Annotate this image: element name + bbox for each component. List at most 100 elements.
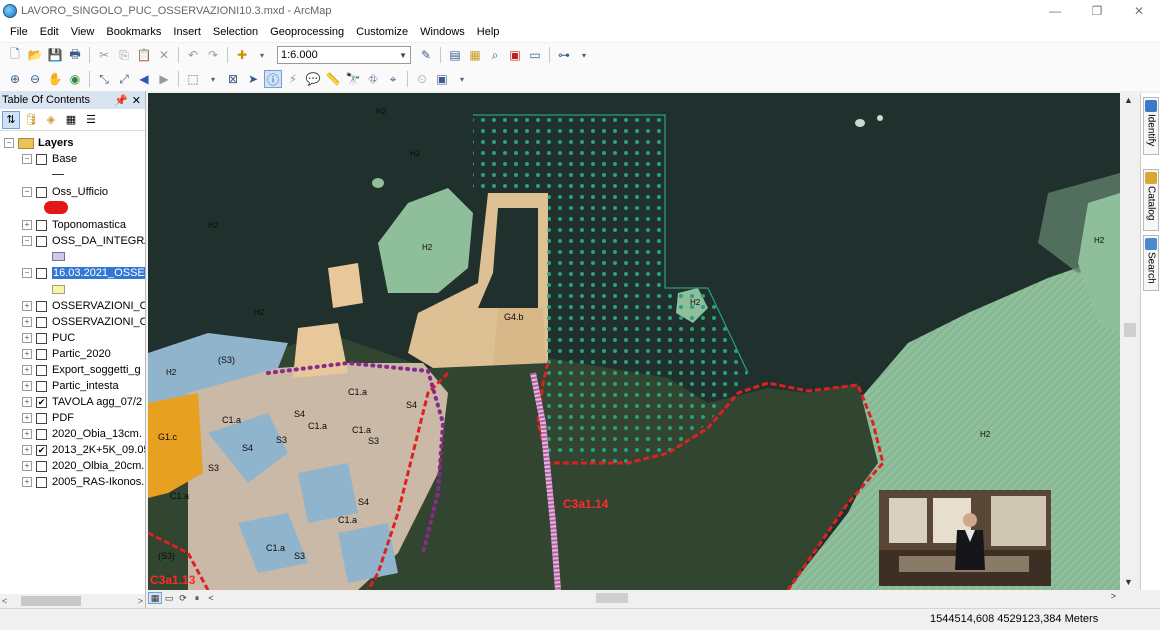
layer-item[interactable]: + Partic_2020 (22, 346, 111, 362)
editor-toolbar-icon[interactable]: ✎ (417, 46, 435, 64)
maximize-button[interactable]: ❐ (1076, 0, 1118, 22)
layer-visibility-checkbox[interactable] (36, 153, 47, 165)
layer-visibility-checkbox[interactable] (36, 316, 47, 328)
html-popup-icon[interactable]: 💬 (304, 70, 322, 88)
find-route-icon[interactable]: ⛗ (364, 70, 382, 88)
layer-visibility-checkbox-checked[interactable]: ✔ (36, 444, 47, 456)
list-by-source-icon[interactable]: 🛢 (22, 111, 40, 129)
expand-icon[interactable]: + (22, 429, 32, 439)
layer-item[interactable]: + PUC (22, 330, 75, 346)
create-viewer-window-icon[interactable]: ▣ (433, 70, 451, 88)
hyperlink-icon[interactable]: ⚡ (284, 70, 302, 88)
menu-selection[interactable]: Selection (207, 26, 264, 38)
layer-visibility-checkbox[interactable] (36, 186, 47, 198)
expand-icon[interactable]: + (22, 317, 32, 327)
select-dropdown-icon[interactable]: ▾ (204, 70, 222, 88)
menu-geoprocessing[interactable]: Geoprocessing (264, 26, 350, 38)
horizontal-scroll-thumb[interactable] (596, 593, 628, 603)
tab-identify[interactable]: Identify (1143, 97, 1159, 155)
zoom-in-icon[interactable]: ⊕ (6, 70, 24, 88)
expand-icon[interactable]: + (22, 445, 32, 455)
layer-root[interactable]: − Layers (4, 135, 73, 151)
catalog-icon[interactable]: ▦ (466, 46, 484, 64)
paste-icon[interactable]: 📋 (135, 46, 153, 64)
forward-extent-icon[interactable]: ▶ (155, 70, 173, 88)
scroll-up-icon[interactable]: ▲ (1124, 95, 1133, 105)
expand-icon[interactable]: + (22, 220, 32, 230)
redo-icon[interactable]: ↷ (204, 46, 222, 64)
menu-bookmarks[interactable]: Bookmarks (100, 26, 167, 38)
expand-icon[interactable]: + (22, 461, 32, 471)
select-elements-icon[interactable]: ➤ (244, 70, 262, 88)
expand-icon[interactable]: + (22, 397, 32, 407)
undo-icon[interactable]: ↶ (184, 46, 202, 64)
print-icon[interactable]: 🖶 (66, 46, 84, 64)
scroll-left-icon[interactable]: < (204, 592, 218, 604)
expand-icon[interactable]: + (22, 333, 32, 343)
layer-visibility-checkbox[interactable] (36, 460, 47, 472)
layer-visibility-checkbox[interactable] (36, 364, 47, 376)
select-features-icon[interactable]: ⬚ (184, 70, 202, 88)
collapse-icon[interactable]: − (22, 154, 32, 164)
scroll-thumb[interactable] (1124, 323, 1136, 337)
scroll-down-icon[interactable]: ▼ (1124, 577, 1133, 587)
expand-icon[interactable]: + (22, 381, 32, 391)
add-data-dropdown-icon[interactable]: ▾ (253, 46, 271, 64)
scroll-right-icon[interactable]: > (136, 596, 145, 606)
zoom-out-icon[interactable]: ⊖ (26, 70, 44, 88)
scale-combobox[interactable]: 1:6.000 ▼ (277, 46, 411, 64)
menu-customize[interactable]: Customize (350, 26, 414, 38)
toolbar-options-icon[interactable]: ▾ (453, 70, 471, 88)
expand-icon[interactable]: + (22, 349, 32, 359)
list-by-selection-icon[interactable]: ▦ (62, 111, 80, 129)
toc-horizontal-scrollbar[interactable]: < > (0, 594, 145, 608)
measure-icon[interactable]: 📏 (324, 70, 342, 88)
refresh-icon[interactable]: ⟳ (176, 592, 190, 604)
menu-insert[interactable]: Insert (167, 26, 207, 38)
find-icon[interactable]: 🔭 (344, 70, 362, 88)
new-document-icon[interactable]: 🗋 (6, 46, 24, 64)
minimize-button[interactable]: — (1034, 0, 1076, 22)
python-window-icon[interactable]: ▭ (526, 46, 544, 64)
chevron-down-icon[interactable]: ▼ (399, 51, 407, 60)
open-folder-icon[interactable]: 📂 (26, 46, 44, 64)
layer-visibility-checkbox[interactable] (36, 332, 47, 344)
layer-visibility-checkbox[interactable] (36, 348, 47, 360)
pin-icon[interactable]: 📌 (114, 94, 128, 107)
toc-close-icon[interactable]: ✕ (132, 94, 141, 107)
menu-help[interactable]: Help (471, 26, 506, 38)
layer-item[interactable]: + 2005_RAS-Ikonos. (22, 474, 144, 490)
copy-icon[interactable]: ⎘ (115, 46, 133, 64)
layer-visibility-checkbox[interactable] (36, 235, 47, 247)
layer-visibility-checkbox[interactable] (36, 300, 47, 312)
layer-visibility-checkbox[interactable] (36, 219, 47, 231)
scroll-left-icon[interactable]: < (0, 596, 9, 606)
map-vertical-scrollbar[interactable]: ▲ ▼ (1122, 93, 1138, 590)
cut-icon[interactable]: ✂ (95, 46, 113, 64)
layer-item[interactable]: − OSS_DA_INTEGRA (22, 233, 145, 249)
modelbuilder-icon[interactable]: ⊶ (555, 46, 573, 64)
expand-icon[interactable]: + (22, 413, 32, 423)
layer-item[interactable]: + Toponomastica (22, 217, 126, 233)
expand-icon[interactable]: + (22, 365, 32, 375)
layer-item[interactable]: + 2020_Olbia_20cm. (22, 458, 144, 474)
search-window-icon[interactable]: ⌕ (486, 46, 504, 64)
map-display[interactable]: H2 H2 H2 H2 H2 H2 H2 H2 H2 G4.b (S3) (S3… (148, 93, 1120, 590)
layer-item[interactable]: + 2020_Obia_13cm. (22, 426, 142, 442)
full-extent-icon[interactable]: ◉ (66, 70, 84, 88)
toc-options-icon[interactable]: ☰ (82, 111, 100, 129)
layer-visibility-checkbox[interactable] (36, 476, 47, 488)
pause-drawing-icon[interactable]: ⏸ (190, 592, 204, 604)
data-view-icon[interactable]: ▦ (148, 592, 162, 604)
menu-edit[interactable]: Edit (34, 26, 65, 38)
identify-icon[interactable]: ⓘ (264, 70, 282, 88)
menu-file[interactable]: File (4, 26, 34, 38)
clear-selection-icon[interactable]: ⊠ (224, 70, 242, 88)
back-extent-icon[interactable]: ◀ (135, 70, 153, 88)
fixed-zoom-in-icon[interactable]: ⤡ (95, 70, 113, 88)
layer-item[interactable]: + PDF (22, 410, 74, 426)
scroll-right-icon[interactable]: > (1111, 591, 1116, 601)
tab-catalog[interactable]: Catalog (1143, 169, 1159, 231)
add-data-icon[interactable]: ✚ (233, 46, 251, 64)
layout-view-icon[interactable]: ▭ (162, 592, 176, 604)
